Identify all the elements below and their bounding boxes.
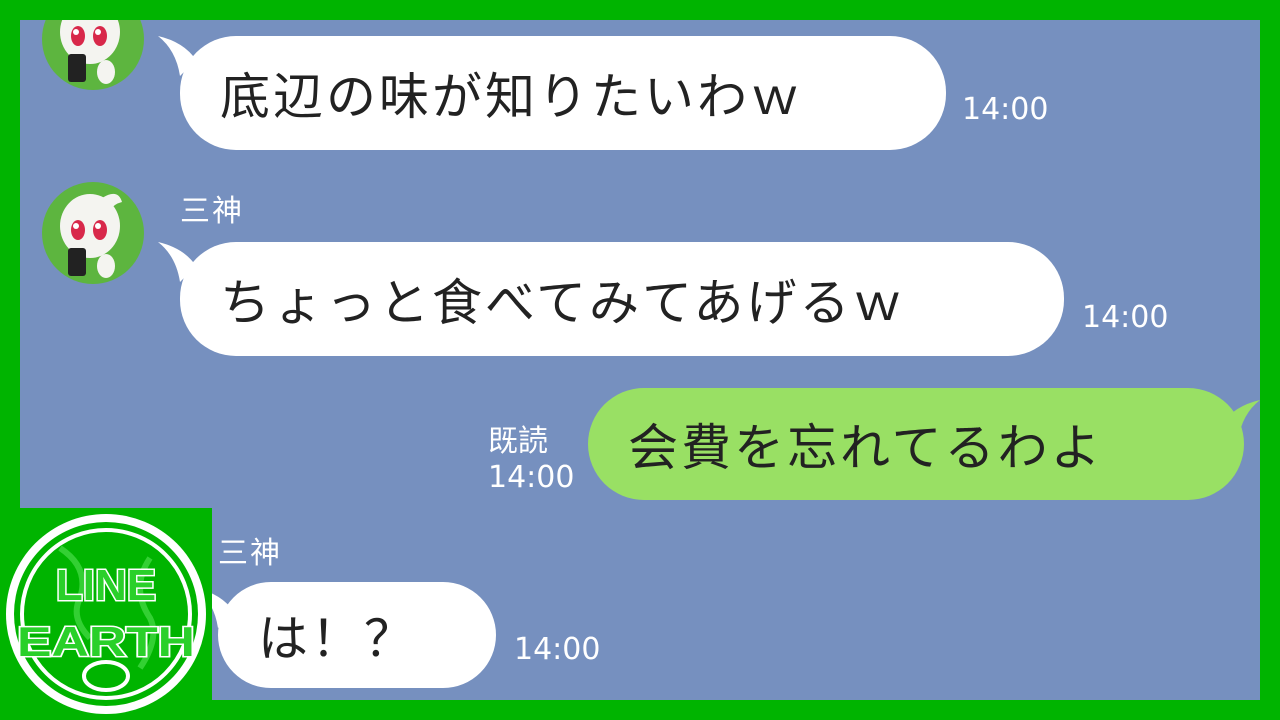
line-earth-logo: LINE EARTH (6, 514, 206, 714)
sender-name: 三神 (180, 194, 244, 229)
sender-name: 三神 (218, 536, 282, 571)
message-bubble[interactable]: ちょっと食べてみてあげるｗ (180, 242, 1064, 356)
message-bubble[interactable]: は！？ (218, 582, 496, 688)
message-bubble[interactable]: 会費を忘れてるわよ (588, 388, 1244, 500)
message-text: 底辺の味が知りたいわｗ (220, 68, 803, 126)
message-text: は！？ (258, 610, 417, 668)
read-label: 既読 (488, 424, 548, 459)
logo-line2: EARTH (17, 618, 195, 665)
sender-avatar[interactable] (42, 20, 144, 90)
message-text: 会費を忘れてるわよ (628, 419, 1104, 477)
logo-line1: LINE (56, 561, 156, 610)
read-receipt: 既読 14:00 (488, 424, 574, 496)
bubble-tail (1222, 400, 1260, 440)
message-bubble[interactable]: 底辺の味が知りたいわｗ (180, 36, 946, 150)
sender-avatar[interactable] (42, 182, 144, 284)
channel-logo: LINE EARTH (0, 508, 212, 720)
message-time: 14:00 (1082, 300, 1169, 335)
message-time: 14:00 (488, 460, 575, 495)
message-time: 14:00 (962, 92, 1049, 127)
message-time: 14:00 (514, 632, 601, 667)
message-text: ちょっと食べてみてあげるｗ (220, 274, 906, 332)
